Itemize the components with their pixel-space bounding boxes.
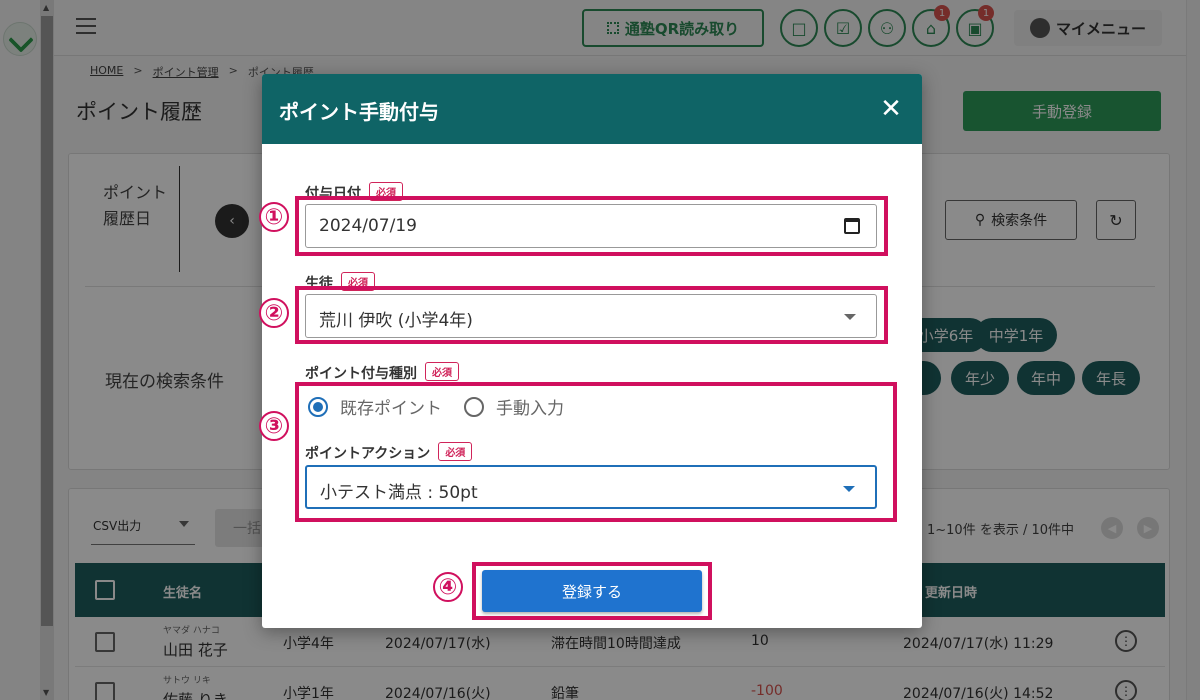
- dialog-header: ポイント手動付与 ✕: [262, 74, 922, 144]
- annotation-number-1: ①: [259, 202, 289, 232]
- type-label-text: ポイント付与種別: [305, 366, 417, 382]
- manual-point-dialog: ポイント手動付与 ✕ 付与日付 必須 2024/07/19 生徒 必須 荒川 伊吹 …: [259, 74, 922, 628]
- required-badge: 必須: [425, 362, 459, 381]
- annotation-box-4: [472, 562, 712, 620]
- annotation-box-2: [295, 286, 888, 344]
- dialog-title: ポイント手動付与: [279, 100, 439, 124]
- annotation-box-1: [295, 196, 888, 256]
- annotation-number-2: ②: [259, 298, 289, 328]
- annotation-number-3: ③: [259, 411, 289, 441]
- type-field-label: ポイント付与種別 必須: [305, 362, 459, 383]
- close-icon[interactable]: ✕: [878, 94, 904, 124]
- annotation-number-4: ④: [433, 572, 463, 602]
- annotation-box-3: [295, 382, 897, 522]
